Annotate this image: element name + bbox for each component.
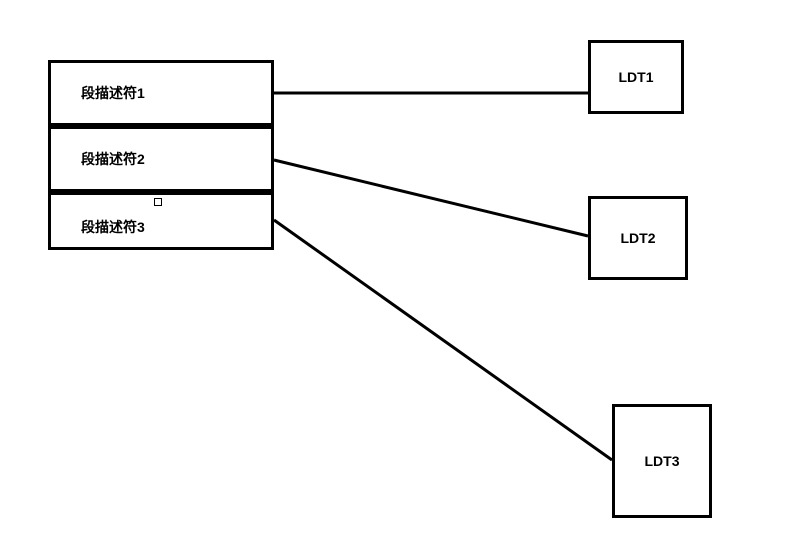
connector-2: [274, 160, 588, 236]
descriptor-label-2: 段描述符2: [81, 149, 145, 169]
ldt-box-3: LDT3: [612, 404, 712, 518]
ldt-label-3: LDT3: [645, 453, 680, 469]
ldt-label-2: LDT2: [621, 230, 656, 246]
descriptor-label-1: 段描述符1: [81, 83, 145, 103]
descriptor-label-3: 段描述符3: [81, 217, 145, 237]
ldt-label-1: LDT1: [619, 69, 654, 85]
ldt-box-1: LDT1: [588, 40, 684, 114]
descriptor-box-1: 段描述符1: [48, 60, 274, 126]
connector-3: [274, 220, 612, 460]
descriptor-box-2: 段描述符2: [48, 126, 274, 192]
ldt-box-2: LDT2: [588, 196, 688, 280]
small-square-marker: [154, 198, 162, 206]
